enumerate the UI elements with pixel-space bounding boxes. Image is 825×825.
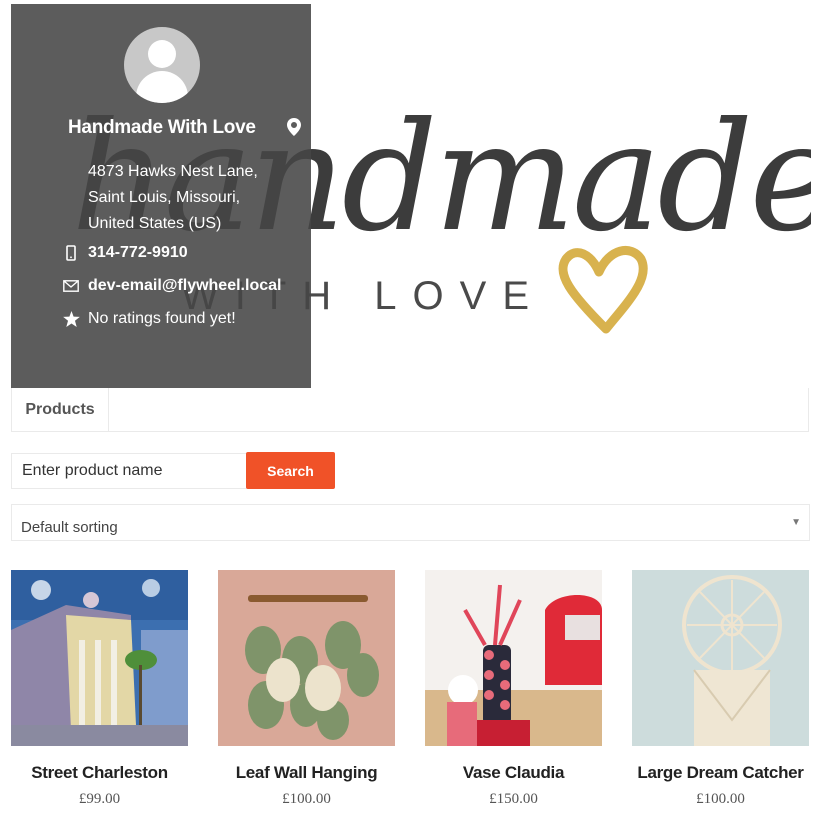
dropdown-arrow-icon: ▼ [791,517,801,528]
store-rating: No ratings found yet! [88,310,236,327]
map-pin-icon [287,118,301,136]
product-price: £150.00 [489,791,538,807]
store-phone-row: 314-772-9910 [62,244,188,262]
store-rating-row: No ratings found yet! [62,310,236,328]
store-email[interactable]: dev-email@flywheel.local [88,277,281,295]
product-image[interactable] [11,570,188,746]
sort-select[interactable]: Default sorting ▼ [11,504,810,541]
product-price: £100.00 [282,791,331,807]
store-tabs: Products [11,388,809,432]
envelope-icon [62,277,80,295]
store-phone[interactable]: 314-772-9910 [88,244,188,262]
store-email-row: dev-email@flywheel.local [62,277,281,295]
store-name: Handmade With Love [68,117,256,138]
product-price: £99.00 [78,791,121,807]
address-line: 4873 Hawks Nest Lane, [88,163,258,180]
sort-selected-value: Default sorting [21,519,118,536]
product-price: £100.00 [696,791,745,807]
product-search-input[interactable] [11,453,247,489]
tab-products[interactable]: Products [12,388,109,431]
product-card[interactable]: Large Dream Catcher £100.00 [632,570,809,808]
mobile-phone-icon [62,244,80,262]
product-name[interactable]: Street Charleston [11,763,188,783]
product-name[interactable]: Leaf Wall Hanging [218,763,395,783]
store-avatar [124,27,200,103]
product-image[interactable] [218,570,395,746]
product-card[interactable]: Vase Claudia £150.00 [425,570,602,808]
star-icon [62,310,80,328]
address-line: Saint Louis, Missouri, [88,189,241,206]
store-address: 4873 Hawks Nest Lane, Saint Louis, Misso… [88,159,258,237]
product-name[interactable]: Large Dream Catcher [632,763,809,783]
product-card[interactable]: Leaf Wall Hanging £100.00 [218,570,395,808]
address-line: United States (US) [88,215,222,232]
product-image[interactable] [632,570,809,746]
product-image[interactable] [425,570,602,746]
product-card[interactable]: Street Charleston £99.00 [11,570,188,808]
search-button[interactable]: Search [246,452,335,489]
product-name[interactable]: Vase Claudia [425,763,602,783]
store-info-card: Handmade With Love 4873 Hawks Nest Lane,… [11,4,311,388]
